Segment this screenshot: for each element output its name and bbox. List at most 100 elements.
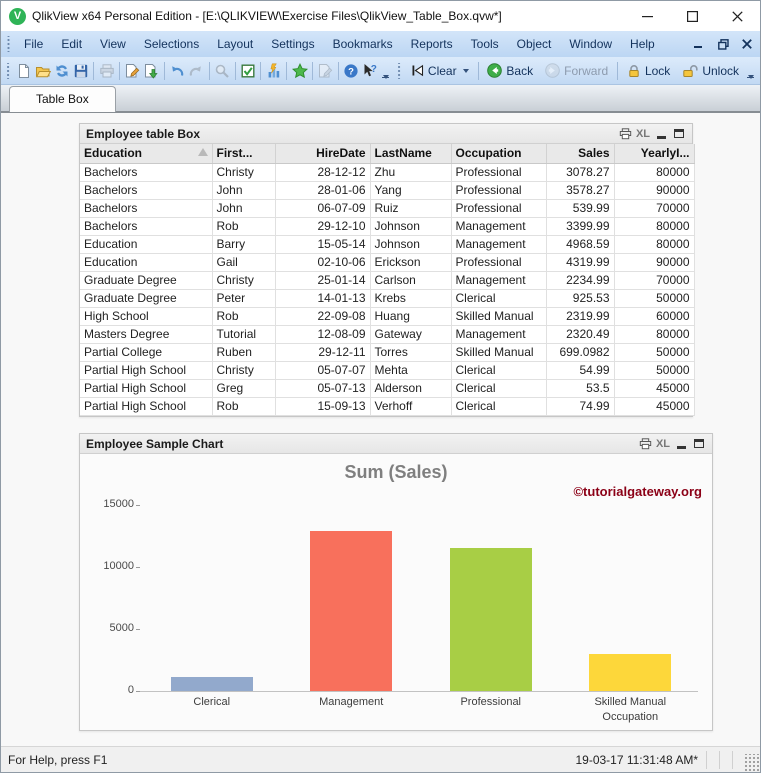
table-cell[interactable]: Peter xyxy=(212,289,276,308)
bar-clerical[interactable] xyxy=(170,677,253,691)
table-cell[interactable]: 70000 xyxy=(614,199,695,218)
menu-tools[interactable]: Tools xyxy=(462,33,508,55)
menubar-grip[interactable] xyxy=(6,36,11,52)
table-cell[interactable]: 45000 xyxy=(614,379,695,398)
column-header-yearlyi-[interactable]: YearlyI... xyxy=(614,144,695,164)
table-cell[interactable]: Barry xyxy=(212,235,276,254)
table-cell[interactable]: 2320.49 xyxy=(546,325,615,344)
table-cell[interactable]: Education xyxy=(80,253,213,272)
toolbar-overflow-button[interactable] xyxy=(381,59,391,82)
bar-skilled-manual[interactable] xyxy=(589,654,672,691)
unlock-button[interactable]: Unlock xyxy=(676,62,745,80)
table-cell[interactable]: 29-12-11 xyxy=(275,343,371,362)
menu-file[interactable]: File xyxy=(15,33,52,55)
table-cell[interactable]: Christy xyxy=(212,271,276,290)
column-header-hiredate[interactable]: HireDate xyxy=(275,144,371,164)
table-cell[interactable]: 60000 xyxy=(614,307,695,326)
table-cell[interactable]: 28-01-06 xyxy=(275,181,371,200)
table-cell[interactable]: Graduate Degree xyxy=(80,289,213,308)
table-cell[interactable]: Clerical xyxy=(451,379,547,398)
chart-caption-bar[interactable]: Employee Sample Chart XL xyxy=(80,434,712,454)
table-cell[interactable]: Management xyxy=(451,217,547,236)
bar-management[interactable] xyxy=(310,531,393,691)
window-minimize-button[interactable] xyxy=(625,1,670,31)
chart-maximize-button[interactable] xyxy=(690,436,708,452)
table-cell[interactable]: Gail xyxy=(212,253,276,272)
table-cell[interactable]: 54.99 xyxy=(546,361,615,380)
table-cell[interactable]: Krebs xyxy=(370,289,452,308)
table-cell[interactable]: Clerical xyxy=(451,397,547,416)
menu-object[interactable]: Object xyxy=(508,33,561,55)
table-cell[interactable]: Professional xyxy=(451,181,547,200)
table-print-button[interactable] xyxy=(616,126,634,142)
chart-export-excel-button[interactable]: XL xyxy=(654,436,672,452)
column-header-sales[interactable]: Sales xyxy=(546,144,615,164)
table-cell[interactable]: Greg xyxy=(212,379,276,398)
column-header-first-[interactable]: First... xyxy=(212,144,276,164)
table-cell[interactable]: 14-01-13 xyxy=(275,289,371,308)
table-cell[interactable]: 2234.99 xyxy=(546,271,615,290)
table-cell[interactable]: 4968.59 xyxy=(546,235,615,254)
menu-window[interactable]: Window xyxy=(560,33,621,55)
table-cell[interactable]: Clerical xyxy=(451,289,547,308)
standard-toolbar-grip[interactable] xyxy=(6,62,11,79)
table-export-excel-button[interactable]: XL xyxy=(634,126,652,142)
table-cell[interactable]: Huang xyxy=(370,307,452,326)
table-cell[interactable]: Johnson xyxy=(370,235,452,254)
table-cell[interactable]: 50000 xyxy=(614,289,695,308)
bar-professional[interactable] xyxy=(449,548,532,691)
menu-settings[interactable]: Settings xyxy=(262,33,323,55)
menu-view[interactable]: View xyxy=(91,33,135,55)
table-box-caption-bar[interactable]: Employee table Box XL xyxy=(80,124,692,144)
help-button[interactable]: ? xyxy=(342,59,361,82)
document-minimize-button[interactable] xyxy=(688,34,710,54)
quick-chart-wizard-button[interactable] xyxy=(264,59,283,82)
table-cell[interactable]: Tutorial xyxy=(212,325,276,344)
menu-bookmarks[interactable]: Bookmarks xyxy=(324,33,402,55)
table-cell[interactable]: 80000 xyxy=(614,325,695,344)
table-maximize-button[interactable] xyxy=(670,126,688,142)
lock-button[interactable]: Lock xyxy=(621,62,676,80)
table-cell[interactable]: 3578.27 xyxy=(546,181,615,200)
table-cell[interactable]: John xyxy=(212,199,276,218)
table-cell[interactable]: High School xyxy=(80,307,213,326)
table-cell[interactable]: Partial High School xyxy=(80,397,213,416)
navigation-toolbar-grip[interactable] xyxy=(396,62,401,79)
table-cell[interactable]: Partial College xyxy=(80,343,213,362)
table-cell[interactable]: Professional xyxy=(451,163,547,182)
table-cell[interactable]: 50000 xyxy=(614,361,695,380)
current-selections-button[interactable] xyxy=(238,59,257,82)
chart-print-button[interactable] xyxy=(636,436,654,452)
table-cell[interactable]: Alderson xyxy=(370,379,452,398)
redo-button[interactable] xyxy=(187,59,206,82)
menu-layout[interactable]: Layout xyxy=(208,33,262,55)
table-cell[interactable]: Education xyxy=(80,235,213,254)
table-cell[interactable]: Christy xyxy=(212,361,276,380)
table-cell[interactable]: 4319.99 xyxy=(546,253,615,272)
table-cell[interactable]: Partial High School xyxy=(80,361,213,380)
table-cell[interactable]: Torres xyxy=(370,343,452,362)
forward-button[interactable]: Forward xyxy=(539,61,614,80)
table-cell[interactable]: Ruiz xyxy=(370,199,452,218)
edit-module-button[interactable] xyxy=(316,59,335,82)
table-cell[interactable]: Management xyxy=(451,235,547,254)
table-cell[interactable]: 15-09-13 xyxy=(275,397,371,416)
open-file-button[interactable] xyxy=(33,59,52,82)
table-cell[interactable]: 15-05-14 xyxy=(275,235,371,254)
menu-edit[interactable]: Edit xyxy=(52,33,91,55)
table-cell[interactable]: 22-09-08 xyxy=(275,307,371,326)
table-cell[interactable]: John xyxy=(212,181,276,200)
table-cell[interactable]: Professional xyxy=(451,199,547,218)
chart-minimize-button[interactable] xyxy=(672,436,690,452)
table-cell[interactable]: Skilled Manual xyxy=(451,343,547,362)
table-cell[interactable]: Bachelors xyxy=(80,199,213,218)
whats-this-help-button[interactable]: ? xyxy=(361,59,380,82)
window-maximize-button[interactable] xyxy=(670,1,715,31)
table-cell[interactable]: Management xyxy=(451,325,547,344)
table-cell[interactable]: 90000 xyxy=(614,181,695,200)
table-cell[interactable]: Bachelors xyxy=(80,217,213,236)
column-header-education[interactable]: Education xyxy=(80,144,213,164)
table-cell[interactable]: 80000 xyxy=(614,235,695,254)
table-cell[interactable]: Skilled Manual xyxy=(451,307,547,326)
table-cell[interactable]: 02-10-06 xyxy=(275,253,371,272)
